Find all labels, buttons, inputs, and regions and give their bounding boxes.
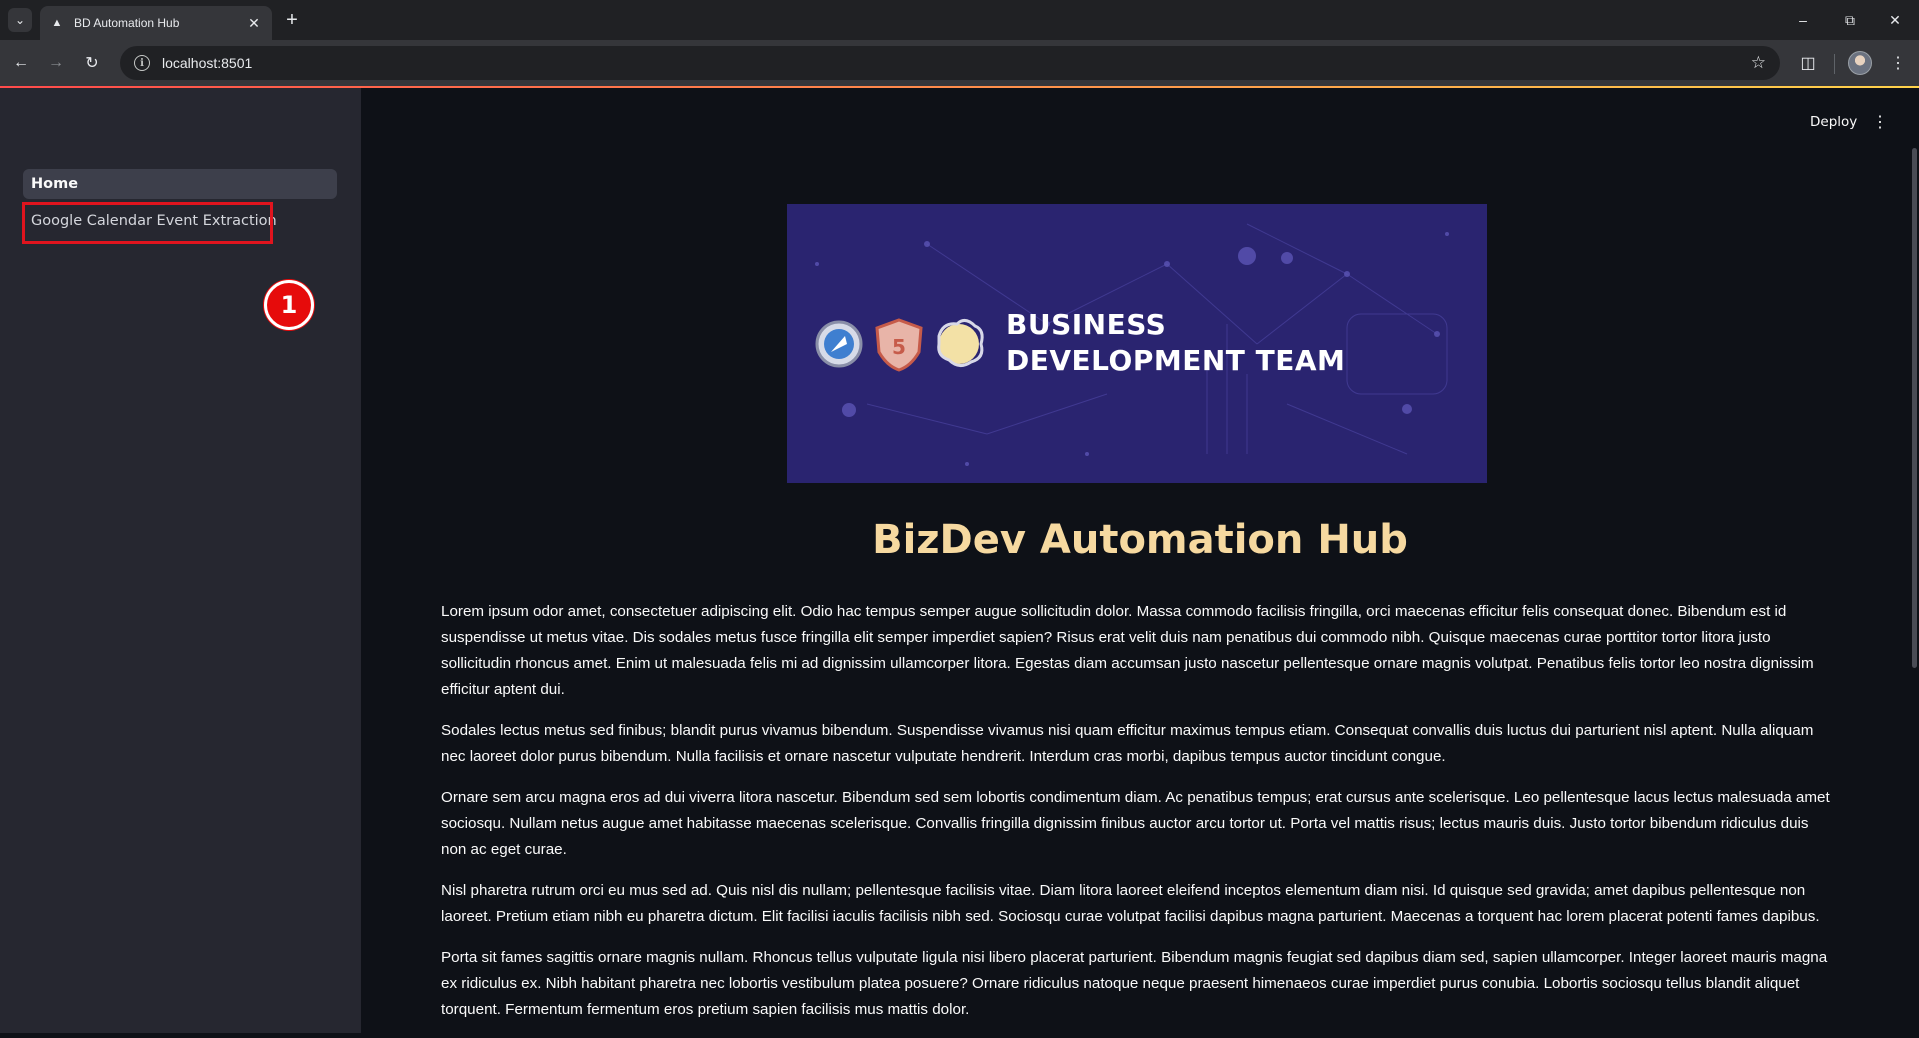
paragraph: Sodales lectus metus sed finibus; blandi… bbox=[441, 722, 1814, 765]
browser-tab[interactable]: ▲ BD Automation Hub ✕ bbox=[40, 6, 272, 40]
browser-tab-bar: ⌄ ▲ BD Automation Hub ✕ + – ⧉ ✕ bbox=[0, 0, 1919, 40]
body-text: Lorem ipsum odor amet, consectetuer adip… bbox=[441, 599, 1835, 1038]
back-icon[interactable]: ← bbox=[9, 51, 33, 75]
restore-icon[interactable]: ⧉ bbox=[1830, 6, 1870, 34]
business-development-banner: 5 BUSINESS DEVELOPMENT TEAM bbox=[787, 204, 1487, 483]
annotation-highlight-box bbox=[22, 202, 273, 244]
tab-title: BD Automation Hub bbox=[74, 16, 180, 30]
streamlit-favicon-icon: ▲ bbox=[51, 17, 63, 29]
extensions-icon[interactable]: ◫ bbox=[1796, 51, 1820, 75]
forward-icon[interactable]: → bbox=[44, 51, 68, 75]
paragraph: Ornare sem arcu magna eros ad dui viverr… bbox=[441, 789, 1830, 858]
shield-icon: 5 bbox=[875, 318, 923, 372]
deploy-button[interactable]: Deploy bbox=[1810, 114, 1857, 130]
close-window-icon[interactable]: ✕ bbox=[1875, 6, 1915, 34]
bookmark-star-icon[interactable]: ☆ bbox=[1751, 53, 1766, 73]
browser-toolbar: ← → ↻ i localhost:8501 ☆ ◫ ⋮ bbox=[0, 40, 1919, 86]
plus-icon[interactable]: + bbox=[280, 8, 304, 32]
sidebar-item-label: Home bbox=[31, 176, 79, 192]
tab-list-icon[interactable]: ⌄ bbox=[8, 8, 32, 32]
banner-title-line2: DEVELOPMENT TEAM bbox=[1006, 344, 1346, 377]
paragraph: Lorem ipsum odor amet, consectetuer adip… bbox=[441, 603, 1814, 698]
close-icon[interactable]: ✕ bbox=[246, 15, 262, 32]
profile-avatar[interactable] bbox=[1848, 51, 1872, 75]
scrollbar[interactable] bbox=[1912, 148, 1917, 668]
rocket-gear-icon bbox=[815, 320, 863, 368]
sidebar-item-home[interactable]: Home bbox=[23, 169, 337, 199]
toolbar-divider bbox=[1834, 54, 1835, 74]
reload-icon[interactable]: ↻ bbox=[80, 51, 104, 75]
brain-bulb-icon bbox=[937, 319, 984, 367]
url-text: localhost:8501 bbox=[162, 55, 253, 71]
site-info-icon[interactable]: i bbox=[134, 55, 150, 71]
page-title: BizDev Automation Hub bbox=[872, 517, 1408, 563]
minimize-icon[interactable]: – bbox=[1783, 6, 1823, 34]
app-menu-icon[interactable]: ⋮ bbox=[1872, 112, 1888, 132]
banner-title: BUSINESS DEVELOPMENT TEAM bbox=[1006, 307, 1345, 379]
svg-text:5: 5 bbox=[892, 335, 906, 359]
paragraph: Nisl pharetra rutrum orci eu mus sed ad.… bbox=[441, 882, 1820, 925]
paragraph: Porta sit fames sagittis ornare magnis n… bbox=[441, 949, 1828, 1018]
address-bar[interactable]: i localhost:8501 ☆ bbox=[120, 46, 1780, 80]
annotation-number-badge: 1 bbox=[264, 280, 314, 330]
banner-title-line1: BUSINESS bbox=[1006, 308, 1167, 341]
kebab-menu-icon[interactable]: ⋮ bbox=[1886, 51, 1910, 75]
